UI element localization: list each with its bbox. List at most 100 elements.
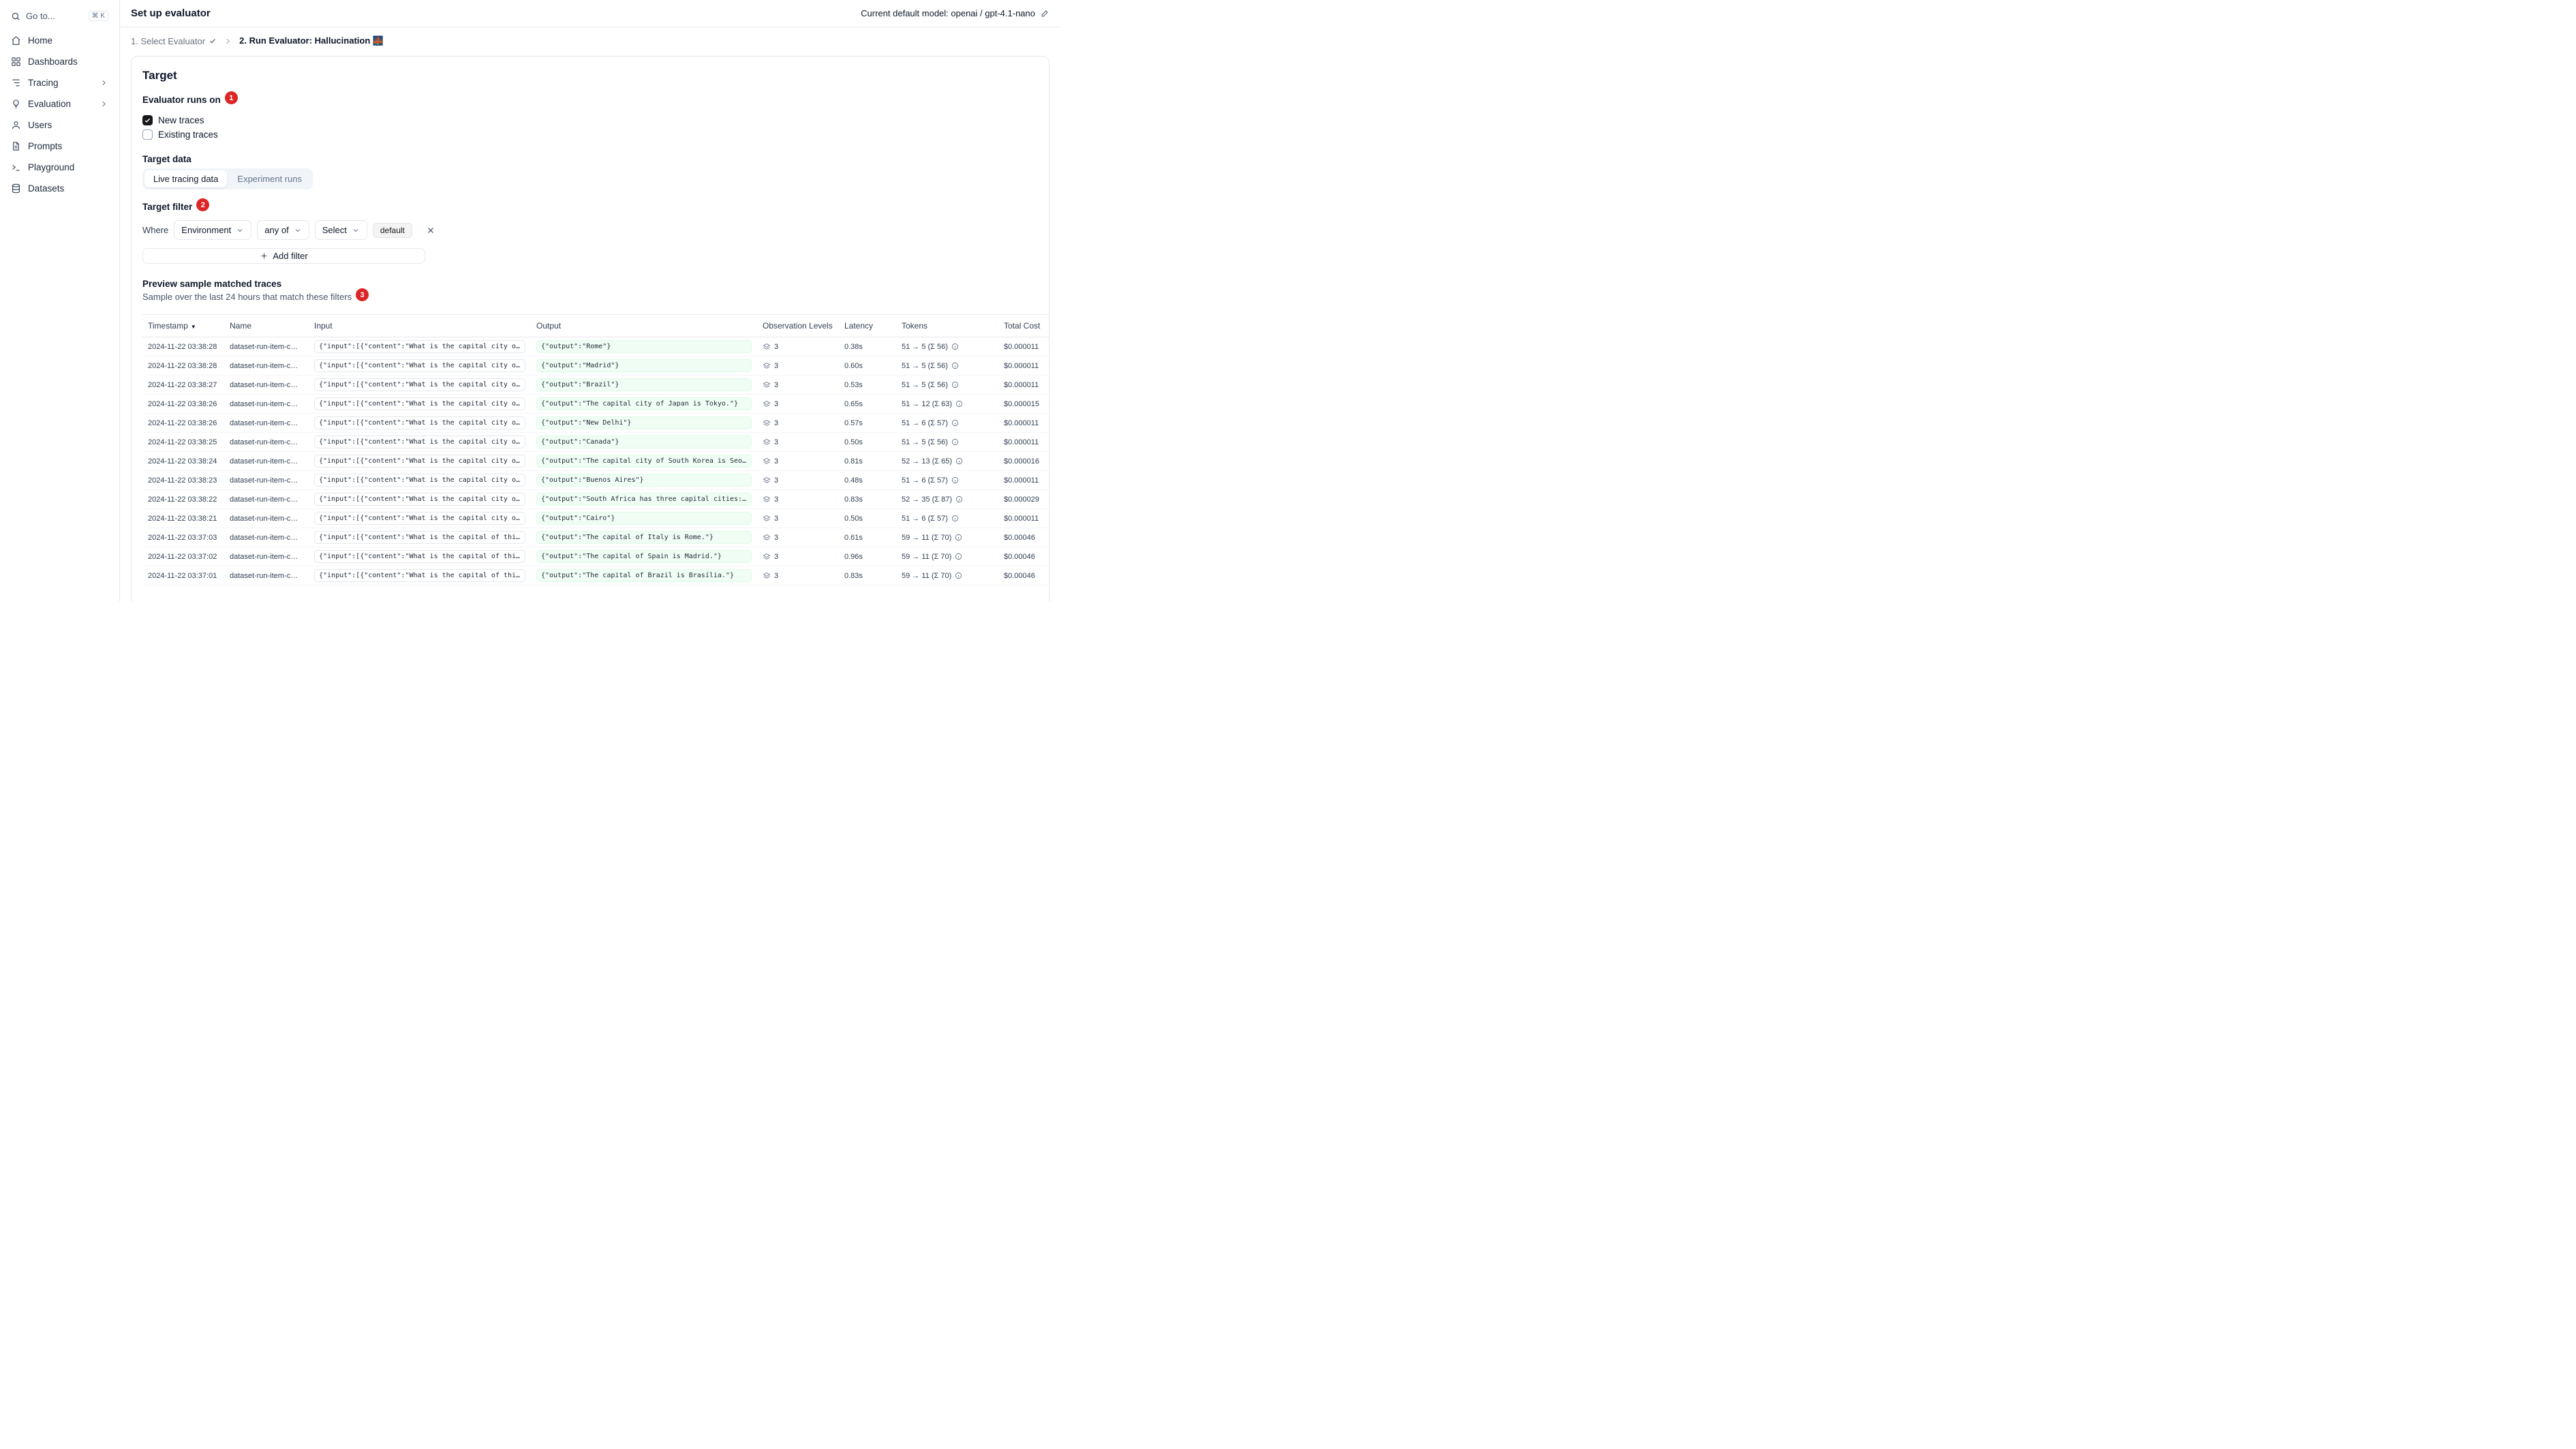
- add-filter-button[interactable]: Add filter: [142, 248, 425, 264]
- output-preview[interactable]: {"output":"South Africa has three capita…: [536, 493, 752, 506]
- filter-column-select[interactable]: Environment: [174, 220, 252, 240]
- table-row[interactable]: 2024-11-22 03:38:24 dataset-run-item-cm3…: [142, 451, 1049, 471]
- cell-total-cost: $0.000011: [998, 356, 1049, 376]
- cell-name: dataset-run-item-cm3s4: [224, 394, 309, 414]
- input-preview[interactable]: {"input":[{"content":"What is the capita…: [314, 512, 525, 525]
- table-row[interactable]: 2024-11-22 03:38:28 dataset-run-item-cm3…: [142, 356, 1049, 376]
- tab-experiment-runs[interactable]: Experiment runs: [228, 170, 311, 187]
- info-icon[interactable]: [951, 419, 959, 427]
- output-preview[interactable]: {"output":"Rome"}: [536, 340, 752, 353]
- input-preview[interactable]: {"input":[{"content":"What is the capita…: [314, 474, 525, 487]
- cell-output: {"output":"New Delhi"}: [531, 413, 757, 433]
- output-preview[interactable]: {"output":"Canada"}: [536, 436, 752, 448]
- cell-tokens: 51 → 6 (Σ 57): [896, 470, 998, 490]
- info-icon[interactable]: [955, 495, 963, 503]
- input-preview[interactable]: {"input":[{"content":"What is the capita…: [314, 455, 525, 468]
- checkbox-box[interactable]: [142, 129, 153, 140]
- output-preview[interactable]: {"output":"Brazil"}: [536, 378, 752, 391]
- column-header-tokens: Tokens: [896, 315, 998, 337]
- info-icon[interactable]: [955, 400, 963, 408]
- input-preview[interactable]: {"input":[{"content":"What is the capita…: [314, 378, 525, 391]
- table-row[interactable]: 2024-11-22 03:38:26 dataset-run-item-cm3…: [142, 413, 1049, 433]
- sidebar-item-datasets[interactable]: Datasets: [7, 179, 112, 198]
- sidebar-item-playground[interactable]: Playground: [7, 157, 112, 177]
- chevron-down-icon: [352, 226, 360, 234]
- cell-output: {"output":"Rome"}: [531, 337, 757, 356]
- step-select-evaluator[interactable]: 1. Select Evaluator: [131, 36, 217, 46]
- cell-name: dataset-run-item-cm3s4: [224, 432, 309, 452]
- target-title: Target: [142, 69, 177, 82]
- cell-total-cost: $0.000011: [998, 375, 1049, 395]
- observation-levels-icon: [763, 534, 771, 542]
- output-preview[interactable]: {"output":"The capital city of South Kor…: [536, 455, 752, 468]
- cell-output: {"output":"Cairo"}: [531, 508, 757, 528]
- table-row[interactable]: 2024-11-22 03:37:02 dataset-run-item-cm3…: [142, 547, 1049, 566]
- input-preview[interactable]: {"input":[{"content":"What is the capita…: [314, 569, 525, 582]
- checkbox-box[interactable]: [142, 115, 153, 125]
- table-row[interactable]: 2024-11-22 03:38:25 dataset-run-item-cm3…: [142, 432, 1049, 452]
- info-icon[interactable]: [951, 343, 959, 350]
- sidebar-item-tracing[interactable]: Tracing: [7, 73, 112, 93]
- cell-timestamp: 2024-11-22 03:38:24: [142, 451, 224, 471]
- table-row[interactable]: 2024-11-22 03:37:01 dataset-run-item-cm3…: [142, 566, 1049, 585]
- output-preview[interactable]: {"output":"Cairo"}: [536, 512, 752, 525]
- input-preview[interactable]: {"input":[{"content":"What is the capita…: [314, 359, 525, 372]
- sidebar-item-home[interactable]: Home: [7, 31, 112, 50]
- goto-search[interactable]: Go to... ⌘ K: [7, 5, 112, 27]
- filter-operator-select[interactable]: any of: [257, 220, 309, 240]
- output-preview[interactable]: {"output":"The capital of Spain is Madri…: [536, 550, 752, 563]
- info-icon[interactable]: [951, 381, 959, 388]
- sidebar-item-evaluation[interactable]: Evaluation: [7, 94, 112, 114]
- input-preview[interactable]: {"input":[{"content":"What is the capita…: [314, 550, 525, 563]
- remove-filter-button[interactable]: [423, 223, 438, 238]
- table-row[interactable]: 2024-11-22 03:38:23 dataset-run-item-cm3…: [142, 470, 1049, 490]
- table-row[interactable]: 2024-11-22 03:38:21 dataset-run-item-cm3…: [142, 508, 1049, 528]
- filter-value-select[interactable]: Select: [314, 220, 367, 240]
- output-preview[interactable]: {"output":"Buenos Aires"}: [536, 474, 752, 487]
- output-preview[interactable]: {"output":"The capital city of Japan is …: [536, 397, 752, 410]
- input-preview[interactable]: {"input":[{"content":"What is the capita…: [314, 493, 525, 506]
- info-icon[interactable]: [955, 457, 963, 465]
- input-preview[interactable]: {"input":[{"content":"What is the capita…: [314, 340, 525, 353]
- sidebar-item-users[interactable]: Users: [7, 115, 112, 135]
- column-header-timestamp[interactable]: Timestamp ▼: [142, 315, 224, 337]
- topbar: Set up evaluator Current default model: …: [120, 0, 1060, 27]
- table-row[interactable]: 2024-11-22 03:37:03 dataset-run-item-cm3…: [142, 528, 1049, 547]
- table-row[interactable]: 2024-11-22 03:38:28 dataset-run-item-cm3…: [142, 337, 1049, 356]
- info-icon[interactable]: [951, 476, 959, 484]
- cell-total-cost: $0.00046: [998, 547, 1049, 566]
- table-row[interactable]: 2024-11-22 03:38:27 dataset-run-item-cm3…: [142, 375, 1049, 395]
- tab-live-tracing-data[interactable]: Live tracing data: [144, 170, 228, 187]
- info-icon[interactable]: [951, 438, 959, 446]
- info-icon[interactable]: [955, 553, 962, 560]
- cell-observation-levels: 3: [757, 375, 839, 395]
- input-preview[interactable]: {"input":[{"content":"What is the capita…: [314, 416, 525, 429]
- info-icon[interactable]: [955, 534, 962, 541]
- checkbox-new-traces[interactable]: New traces: [142, 113, 1038, 127]
- table-row[interactable]: 2024-11-22 03:38:26 dataset-run-item-cm3…: [142, 394, 1049, 414]
- sidebar-item-dashboards[interactable]: Dashboards: [7, 52, 112, 72]
- cell-total-cost: $0.000011: [998, 413, 1049, 433]
- output-preview[interactable]: {"output":"The capital of Brazil is Bras…: [536, 569, 752, 582]
- input-preview[interactable]: {"input":[{"content":"What is the capita…: [314, 436, 525, 448]
- input-preview[interactable]: {"input":[{"content":"What is the capita…: [314, 531, 525, 544]
- checkbox-existing-traces[interactable]: Existing traces: [142, 127, 1038, 142]
- column-header-total-cost: Total Cost: [998, 315, 1049, 337]
- table-row[interactable]: 2024-11-22 03:38:22 dataset-run-item-cm3…: [142, 489, 1049, 509]
- info-icon[interactable]: [955, 572, 962, 579]
- step-run-evaluator[interactable]: 2. Run Evaluator: Hallucination 🌉: [239, 35, 384, 46]
- output-preview[interactable]: {"output":"New Delhi"}: [536, 416, 752, 429]
- cell-output: {"output":"Buenos Aires"}: [531, 470, 757, 490]
- edit-pencil-icon[interactable]: [1041, 9, 1049, 18]
- cell-observation-levels: 3: [757, 413, 839, 433]
- info-icon[interactable]: [951, 362, 959, 369]
- cell-tokens: 52 → 13 (Σ 65): [896, 451, 998, 471]
- output-preview[interactable]: {"output":"The capital of Italy is Rome.…: [536, 531, 752, 544]
- cell-tokens: 59 → 11 (Σ 70): [896, 528, 998, 547]
- cell-observation-levels: 3: [757, 356, 839, 376]
- app: Go to... ⌘ K Home Dashboards Tracing Eva…: [0, 0, 1060, 601]
- sidebar-item-prompts[interactable]: Prompts: [7, 136, 112, 156]
- info-icon[interactable]: [951, 515, 959, 522]
- output-preview[interactable]: {"output":"Madrid"}: [536, 359, 752, 372]
- input-preview[interactable]: {"input":[{"content":"What is the capita…: [314, 397, 525, 410]
